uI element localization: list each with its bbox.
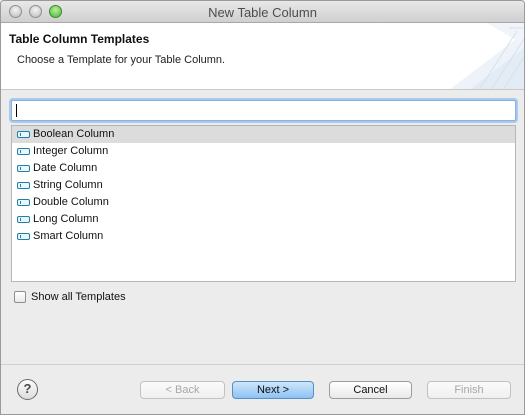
title-bar: New Table Column <box>1 1 524 23</box>
list-item[interactable]: Smart Column <box>12 228 515 245</box>
table-column-icon <box>17 199 30 206</box>
wizard-banner-graphic-icon <box>450 23 524 89</box>
page-title: Table Column Templates <box>9 32 150 46</box>
list-item[interactable]: Long Column <box>12 211 515 228</box>
table-column-icon <box>17 216 30 223</box>
template-list[interactable]: Boolean Column Integer Column Date Column S… <box>11 125 516 282</box>
finish-button[interactable]: Finish <box>427 381 511 399</box>
button-bar-divider <box>1 364 524 365</box>
cancel-button[interactable]: Cancel <box>329 381 412 399</box>
show-all-templates-checkbox[interactable] <box>14 291 26 303</box>
table-column-icon <box>17 131 30 138</box>
window-title: New Table Column <box>208 5 317 20</box>
page-description: Choose a Template for your Table Column. <box>17 54 226 66</box>
back-button[interactable]: < Back <box>140 381 225 399</box>
list-item[interactable]: Boolean Column <box>12 126 515 143</box>
list-item-label: Boolean Column <box>33 128 115 140</box>
list-item-label: Long Column <box>33 213 99 225</box>
template-filter-input[interactable] <box>11 100 516 121</box>
list-item-label: Double Column <box>33 196 109 208</box>
table-column-icon <box>17 165 30 172</box>
show-all-templates-label[interactable]: Show all Templates <box>31 291 126 303</box>
table-column-icon <box>17 182 30 189</box>
list-item[interactable]: Integer Column <box>12 143 515 160</box>
table-column-icon <box>17 233 30 240</box>
wizard-banner: Table Column Templates Choose a Template… <box>1 23 524 90</box>
text-cursor <box>16 104 17 117</box>
next-button[interactable]: Next > <box>232 381 314 399</box>
table-column-icon <box>17 148 30 155</box>
help-icon[interactable]: ? <box>17 379 38 400</box>
list-item-label: Integer Column <box>33 145 109 157</box>
list-item-label: Smart Column <box>33 230 104 242</box>
list-item[interactable]: Date Column <box>12 160 515 177</box>
dialog-window: New Table Column Table Column Templates … <box>0 0 525 415</box>
list-item[interactable]: String Column <box>12 177 515 194</box>
list-item[interactable]: Double Column <box>12 194 515 211</box>
list-item-label: Date Column <box>33 162 98 174</box>
list-item-label: String Column <box>33 179 103 191</box>
